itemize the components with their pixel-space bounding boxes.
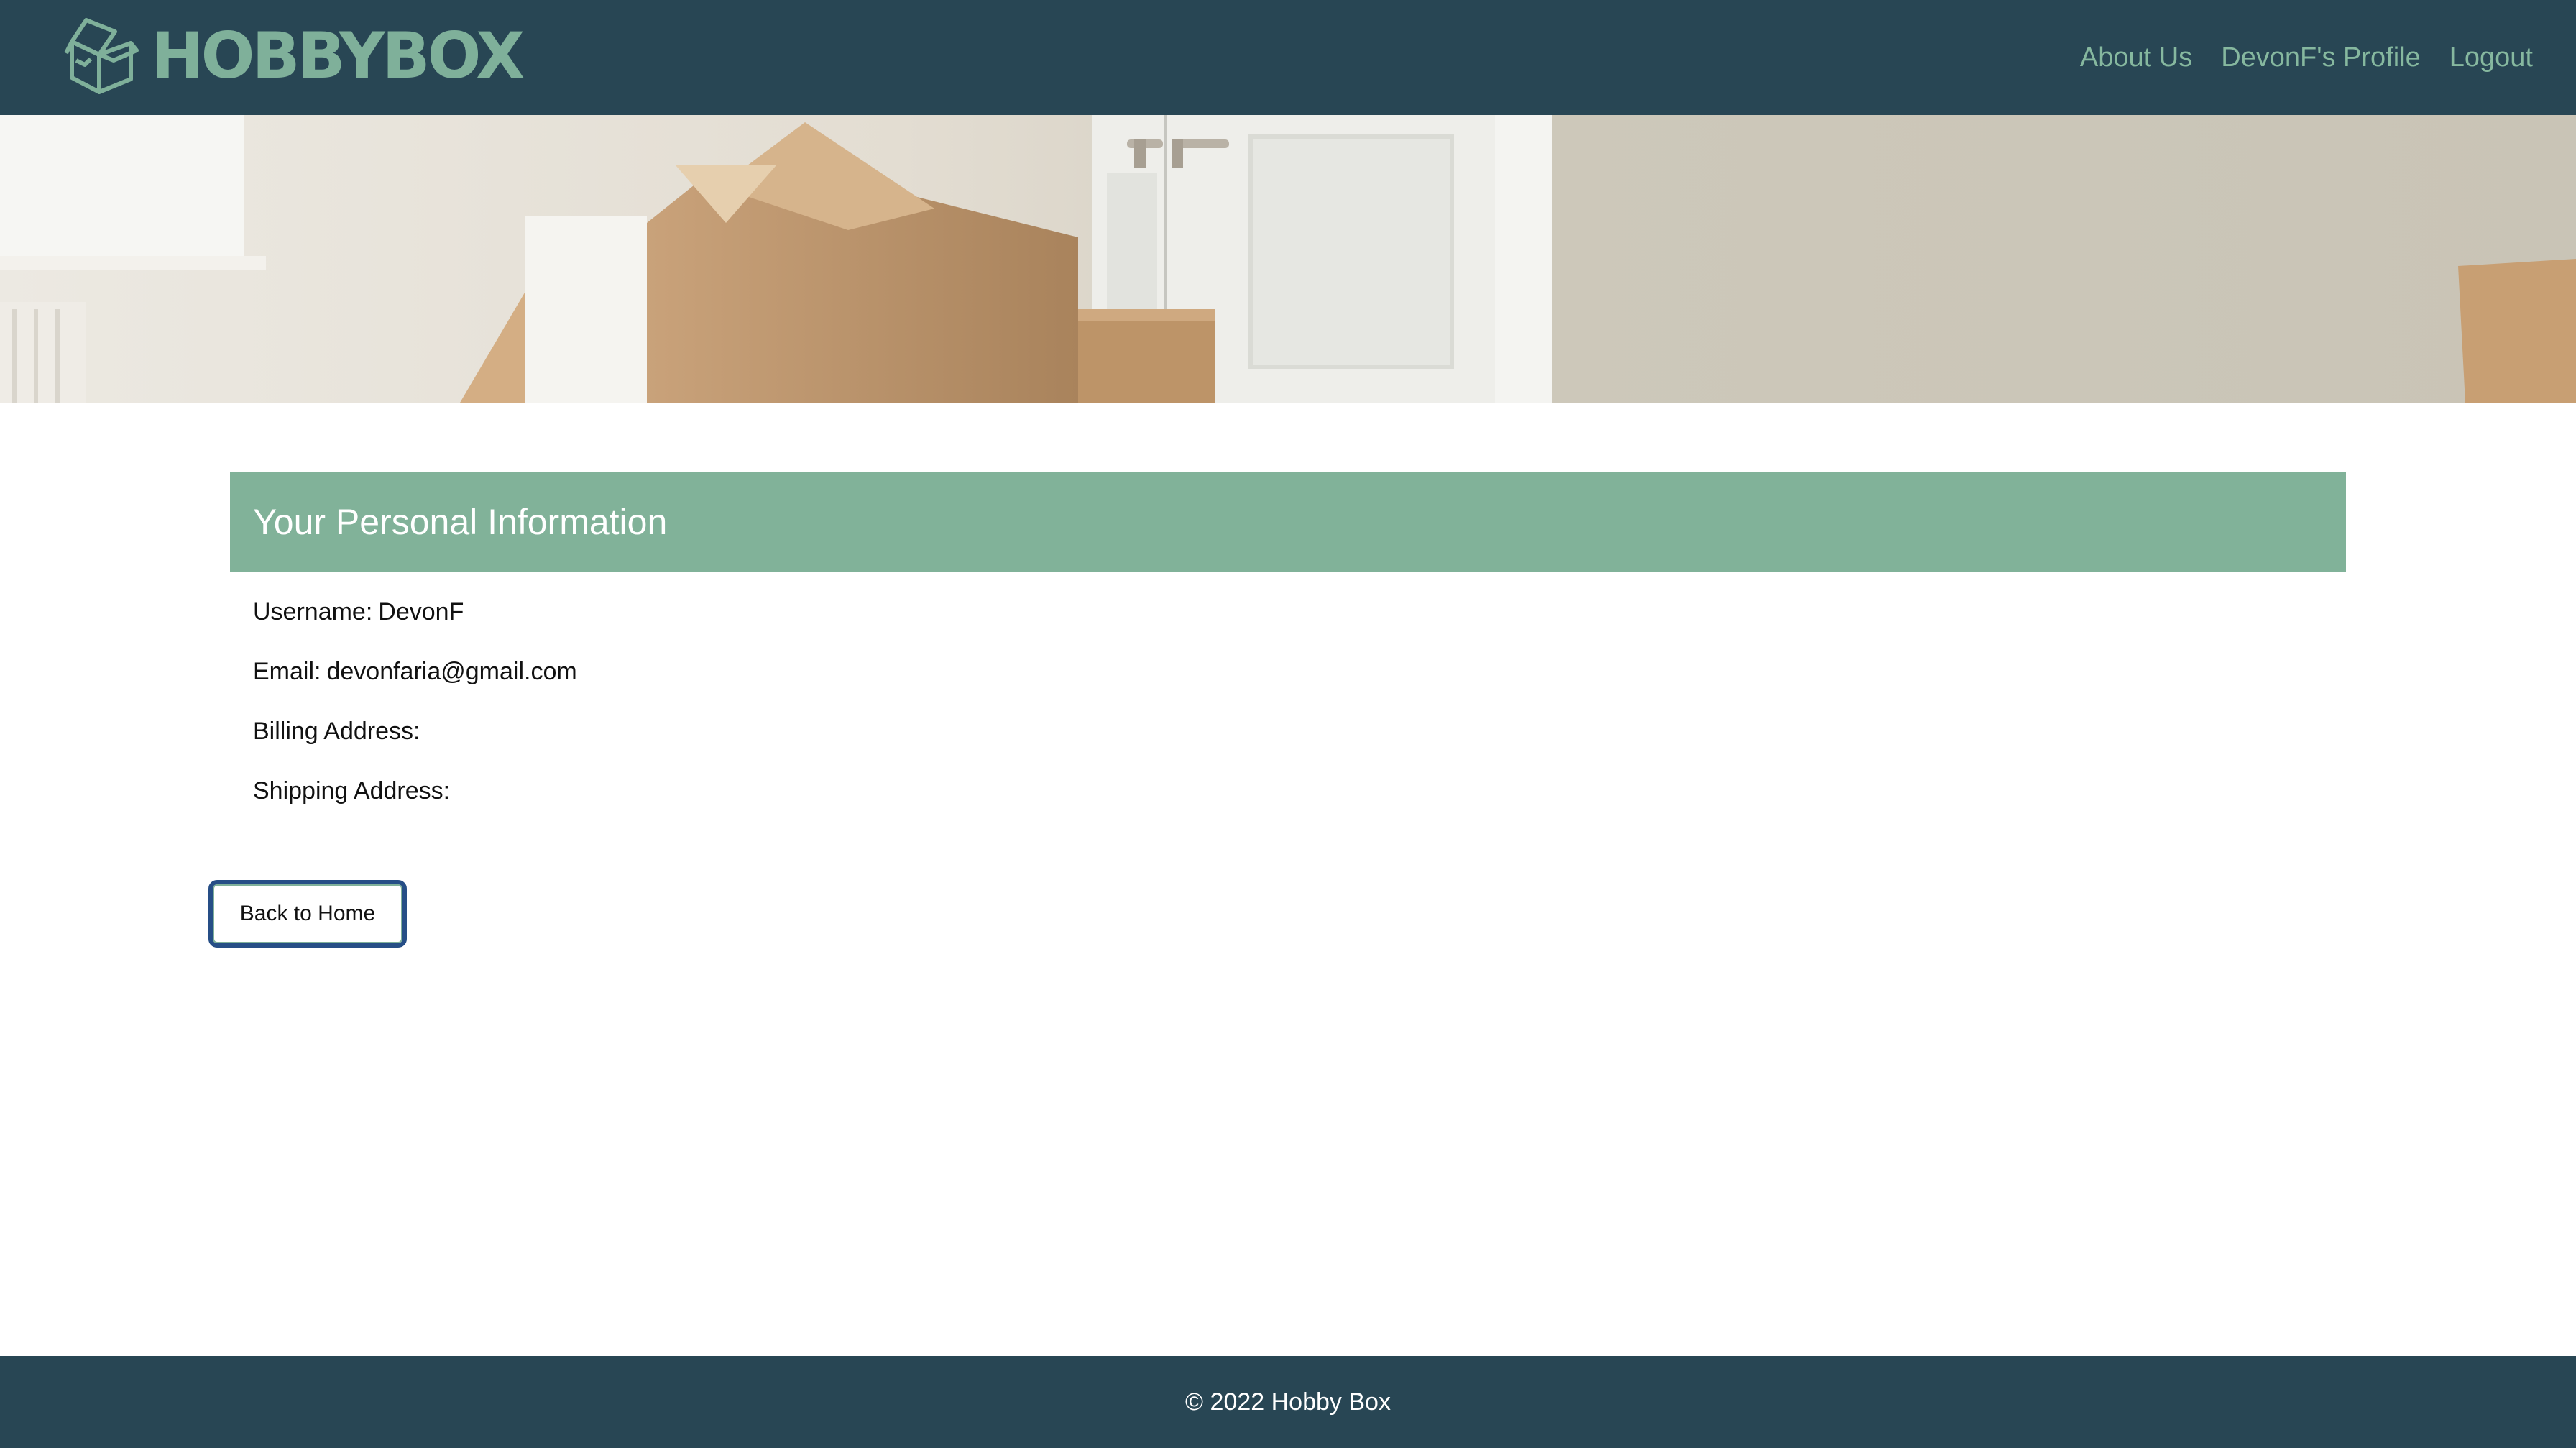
hero-image — [0, 115, 2576, 403]
box-logo-icon — [64, 18, 139, 94]
copyright-text: © 2022 Hobby Box — [1185, 1388, 1391, 1416]
back-to-home-button[interactable]: Back to Home — [208, 880, 407, 948]
billing-address-row: Billing Address: — [253, 718, 426, 746]
username-value: DevonF — [378, 598, 464, 626]
page: HOBBYBOX About Us DevonF's Profile Logou… — [0, 0, 2576, 1448]
email-row: Email: devonfaria@gmail.com — [253, 658, 577, 686]
personal-info-title: Your Personal Information — [253, 502, 668, 542]
nav-logout[interactable]: Logout — [2450, 42, 2533, 73]
nav-about-us[interactable]: About Us — [2080, 42, 2192, 73]
logo-text: HOBBYBOX — [151, 19, 525, 93]
top-navbar: HOBBYBOX About Us DevonF's Profile Logou… — [0, 0, 2576, 115]
nav-profile[interactable]: DevonF's Profile — [2221, 42, 2421, 73]
email-value: devonfaria@gmail.com — [326, 658, 577, 685]
email-label: Email: — [253, 658, 321, 685]
personal-info-header: Your Personal Information — [230, 472, 2346, 572]
shipping-address-row: Shipping Address: — [253, 777, 456, 805]
hero-banner — [0, 115, 2576, 403]
username-label: Username: — [253, 598, 373, 626]
main-nav: About Us DevonF's Profile Logout — [2051, 0, 2533, 115]
billing-address-label: Billing Address: — [253, 718, 420, 745]
footer: © 2022 Hobby Box — [0, 1356, 2576, 1448]
logo[interactable]: HOBBYBOX — [62, 14, 525, 98]
username-row: Username: DevonF — [253, 598, 464, 626]
shipping-address-label: Shipping Address: — [253, 777, 451, 805]
